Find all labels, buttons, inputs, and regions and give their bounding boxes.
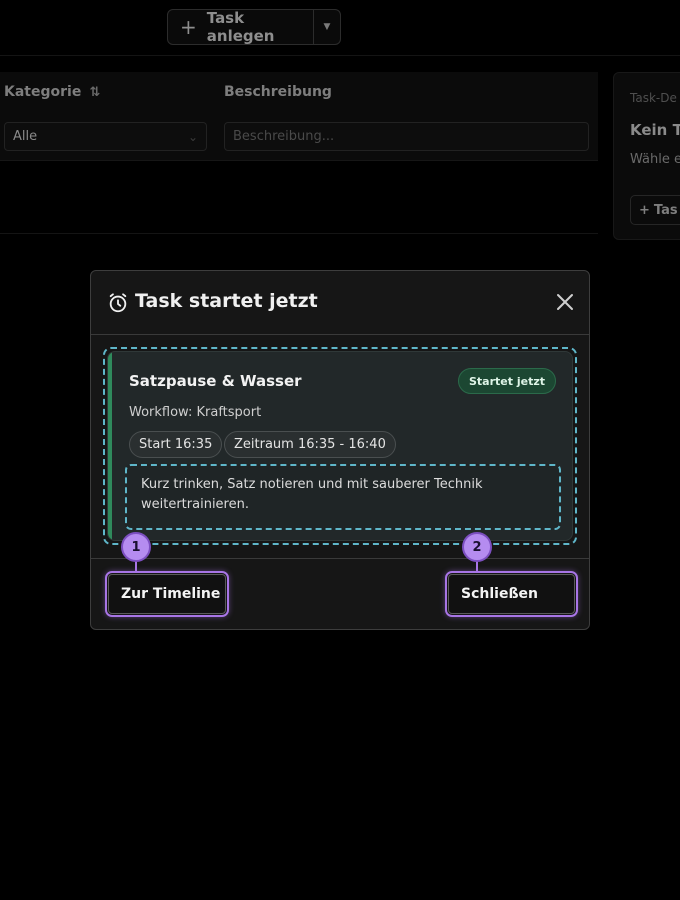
detail-panel-text: Wähle e an.	[630, 152, 680, 167]
plus-icon: +	[639, 202, 650, 218]
list-divider	[0, 233, 598, 234]
description-input[interactable]: Beschreibung...	[224, 122, 589, 151]
task-card: Satzpause & Wasser Startet jetzt Workflo…	[107, 351, 573, 541]
step-marker-1: 1	[121, 532, 151, 562]
detail-panel-title: Kein Ta	[630, 121, 680, 139]
task-detail-panel: Task-De Kein Ta Wähle e an. + Tas	[613, 72, 680, 240]
detail-add-task-button[interactable]: + Tas	[630, 195, 680, 225]
category-select[interactable]: Alle ⌄	[4, 122, 207, 151]
plus-icon: +	[180, 15, 197, 39]
chevron-down-icon: ⌄	[187, 129, 198, 144]
dialog-title: Task startet jetzt	[135, 290, 318, 312]
detail-panel-header: Task-De	[630, 91, 677, 105]
timeline-button[interactable]: Zur Timeline	[108, 574, 226, 614]
task-start-dialog: Task startet jetzt Satzpause & Wasser St…	[90, 270, 590, 630]
task-title: Satzpause & Wasser	[129, 372, 302, 390]
add-task-button[interactable]: + Task anlegen	[168, 9, 313, 45]
filter-panel: Kategorie ⇅ Beschreibung Alle ⌄ Beschreib…	[0, 72, 598, 161]
close-button[interactable]: Schließen	[448, 574, 575, 614]
alarm-clock-icon	[109, 293, 127, 313]
category-filter-label[interactable]: Kategorie ⇅	[4, 84, 100, 100]
dialog-footer-divider	[91, 558, 589, 559]
close-icon[interactable]	[555, 292, 575, 312]
toolbar-divider	[0, 55, 680, 56]
task-workflow: Workflow: Kraftsport	[129, 405, 262, 420]
add-task-label: Task anlegen	[206, 9, 275, 45]
add-task-split-button[interactable]: + Task anlegen ▼	[167, 9, 341, 45]
sort-icon[interactable]: ⇅	[89, 85, 100, 100]
detail-add-task-label: Tas	[653, 202, 678, 218]
category-select-value: Alle	[13, 129, 38, 144]
task-description: Kurz trinken, Satz notieren und mit saub…	[125, 464, 561, 530]
caret-down-icon[interactable]: ▼	[313, 10, 340, 44]
task-card-accent	[108, 352, 112, 540]
step-marker-2: 2	[462, 532, 492, 562]
description-filter-label: Beschreibung	[224, 84, 332, 100]
time-range-chip: Zeitraum 16:35 - 16:40	[224, 431, 396, 458]
dialog-header: Task startet jetzt	[91, 271, 589, 335]
status-badge: Startet jetzt	[458, 368, 556, 394]
start-time-chip: Start 16:35	[129, 431, 223, 458]
